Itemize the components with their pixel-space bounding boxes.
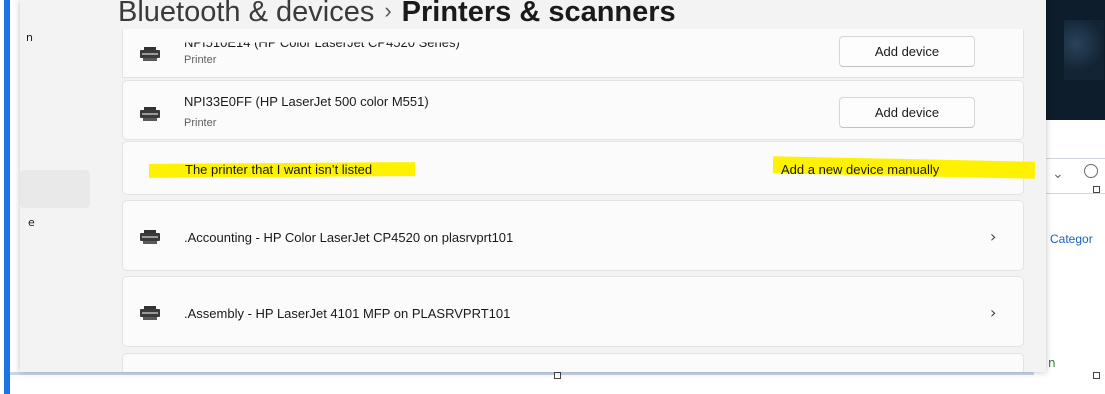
available-device-card: NPI33E0FF (HP LaserJet 500 color M551) P… <box>122 80 1024 140</box>
add-device-manually-link[interactable]: Add a new device manually <box>781 162 939 177</box>
printer-icon <box>140 230 160 244</box>
resize-handle[interactable] <box>554 372 561 379</box>
printer-not-listed-label: The printer that I want isn’t listed <box>185 162 373 177</box>
installed-printer-row[interactable]: .Assembly - HP LaserJet 4101 MFP on PLAS… <box>122 276 1024 347</box>
left-window-edge <box>0 0 10 394</box>
sidebar-partial-label-lower: e <box>28 216 35 229</box>
printer-name: .Assembly - HP LaserJet 4101 MFP on PLAS… <box>184 306 511 321</box>
sidebar-partial-label: n <box>26 31 33 44</box>
manual-add-row: The printer that I want isn’t listed Add… <box>122 141 1036 195</box>
printer-type: Printer <box>184 117 217 129</box>
resize-handle[interactable] <box>1093 186 1100 193</box>
printer-name: .Accounting - HP Color LaserJet CP4520 o… <box>184 230 514 245</box>
background-image <box>1044 0 1105 120</box>
printer-type: Printer <box>184 54 217 66</box>
printer-icon <box>140 47 160 61</box>
background-partial-text: n <box>1048 356 1056 370</box>
chevron-right-icon: › <box>990 227 997 246</box>
breadcrumb-separator-icon: › <box>384 0 392 23</box>
breadcrumb-current: Printers & scanners <box>401 0 676 28</box>
sidebar-selected-item[interactable] <box>20 170 90 208</box>
printer-icon <box>140 306 160 320</box>
search-icon[interactable] <box>1084 164 1098 178</box>
background-category-link[interactable]: Categor <box>1050 232 1093 246</box>
available-device-card: NPI510E14 (HP Color LaserJet CP4520 Seri… <box>122 29 1024 78</box>
add-device-button[interactable]: Add device <box>839 36 975 67</box>
breadcrumb-parent[interactable]: Bluetooth & devices <box>118 0 374 28</box>
resize-handle[interactable] <box>1093 372 1100 379</box>
printer-name: NPI510E14 (HP Color LaserJet CP4520 Seri… <box>184 35 460 51</box>
printer-name: NPI33E0FF (HP LaserJet 500 color M551) <box>184 94 429 109</box>
settings-window: n e Bluetooth & devices › Printers & scann… <box>20 0 1046 372</box>
chevron-right-icon: › <box>990 303 997 322</box>
printer-icon <box>140 107 160 121</box>
installed-printer-row[interactable] <box>122 353 1024 372</box>
chevron-down-icon[interactable]: ⌄ <box>1052 166 1064 182</box>
installed-printer-row[interactable]: .Accounting - HP Color LaserJet CP4520 o… <box>122 200 1024 271</box>
add-device-button[interactable]: Add device <box>839 97 975 128</box>
page-title: Bluetooth & devices › Printers & scanners <box>118 0 676 29</box>
